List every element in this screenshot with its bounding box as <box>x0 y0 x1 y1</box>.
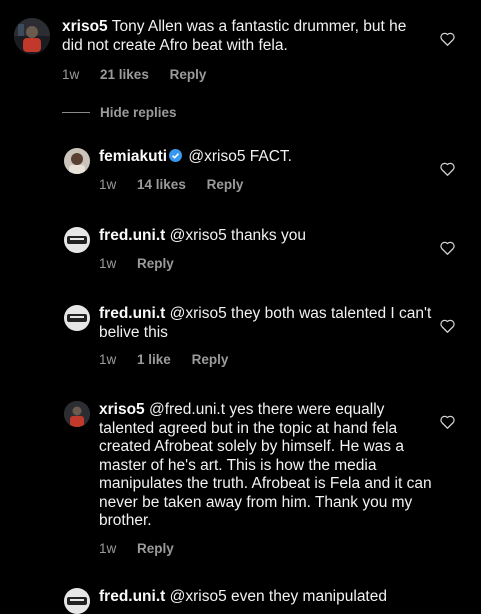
reply-button[interactable]: Reply <box>170 67 207 82</box>
heart-icon[interactable] <box>440 415 455 429</box>
heart-icon[interactable] <box>440 32 455 46</box>
comment-text: xriso5 @fred.uni.t yes there were equall… <box>99 401 437 531</box>
username[interactable]: fred.uni.t <box>99 227 165 244</box>
comment-body: @xriso5 FACT. <box>188 148 292 165</box>
heart-icon[interactable] <box>440 241 455 255</box>
avatar[interactable] <box>64 148 90 174</box>
divider <box>62 112 90 113</box>
timestamp: 1w <box>62 67 80 82</box>
timestamp: 1w <box>99 255 117 271</box>
verified-badge-icon <box>169 149 183 162</box>
reply-button[interactable]: Reply <box>207 177 244 192</box>
reply-button[interactable]: Reply <box>137 541 174 556</box>
likes-count[interactable]: 21 likes <box>100 67 149 82</box>
comment-text: fred.uni.t @xriso5 thanks you <box>99 227 437 246</box>
username[interactable]: fred.uni.t <box>99 305 165 322</box>
reply-button[interactable]: Reply <box>137 256 174 271</box>
likes-count[interactable]: 1 like <box>137 352 171 367</box>
comment-body: @fred.uni.t yes there were equally talen… <box>99 401 432 529</box>
avatar[interactable] <box>64 588 90 614</box>
avatar[interactable] <box>64 401 90 427</box>
timestamp: 1w <box>99 176 117 192</box>
avatar[interactable] <box>14 18 50 54</box>
timestamp: 1w <box>99 540 117 556</box>
comment-body: @xriso5 thanks you <box>169 227 306 244</box>
likes-count[interactable]: 14 likes <box>137 177 186 192</box>
heart-icon[interactable] <box>440 319 455 333</box>
comment-text: fred.uni.t @xriso5 they both was talente… <box>99 305 437 342</box>
comment-body: Tony Allen was a fantastic drummer, but … <box>62 18 407 54</box>
username[interactable]: femiakuti <box>99 148 167 165</box>
comment-text: femiakuti @xriso5 FACT. <box>99 148 437 167</box>
comment-body: @xriso5 even they manipulated <box>169 588 387 605</box>
username[interactable]: xriso5 <box>62 18 108 35</box>
heart-icon[interactable] <box>440 162 455 176</box>
avatar[interactable] <box>64 305 90 331</box>
comment-text: fred.uni.t @xriso5 even they manipulated <box>99 588 437 607</box>
reply-button[interactable]: Reply <box>192 352 229 367</box>
hide-replies-label: Hide replies <box>100 105 177 120</box>
username[interactable]: xriso5 <box>99 401 145 418</box>
comment-text: xriso5 Tony Allen was a fantastic drumme… <box>62 18 431 55</box>
username[interactable]: fred.uni.t <box>99 588 165 605</box>
hide-replies-button[interactable]: Hide replies <box>62 105 177 120</box>
timestamp: 1w <box>99 352 117 367</box>
avatar[interactable] <box>64 227 90 253</box>
